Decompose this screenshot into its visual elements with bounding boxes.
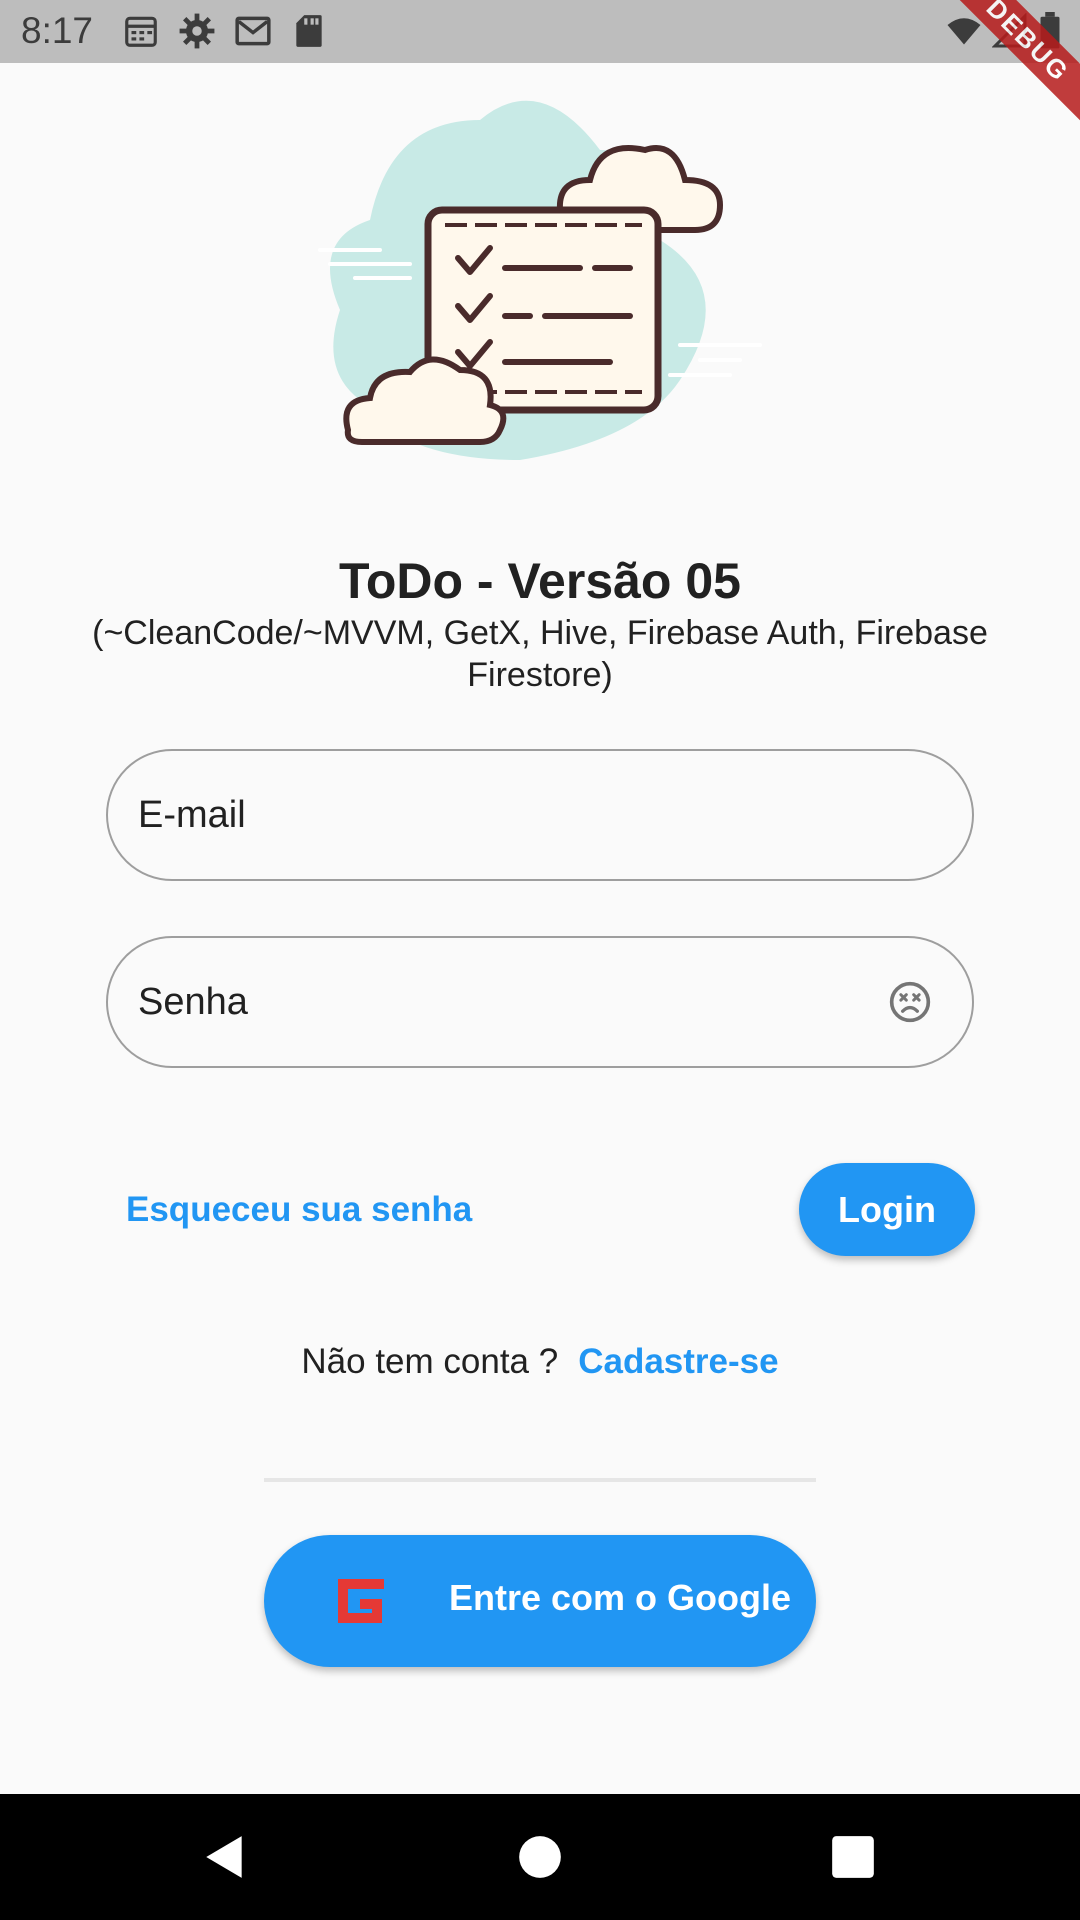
home-icon[interactable] xyxy=(515,1832,565,1882)
navigation-bar xyxy=(0,1794,1080,1920)
password-field-container xyxy=(106,936,974,1068)
app-subtitle: (~CleanCode/~MVVM, GetX, Hive, Firebase … xyxy=(92,614,988,694)
email-field[interactable] xyxy=(138,751,898,879)
divider xyxy=(264,1478,816,1482)
gmail-icon xyxy=(234,12,272,50)
login-button[interactable]: Login xyxy=(799,1163,975,1256)
status-notification-icons xyxy=(122,12,328,50)
password-field[interactable] xyxy=(138,938,898,1066)
google-login-label: Entre com o Google xyxy=(449,1577,792,1618)
todo-illustration xyxy=(300,80,800,480)
status-bar: 8:17 xyxy=(0,0,1080,63)
wifi-icon xyxy=(946,13,982,54)
signup-link[interactable]: Cadastre-se xyxy=(578,1342,778,1381)
google-login-button[interactable]: Entre com o Google xyxy=(264,1535,816,1667)
calendar-icon xyxy=(122,12,160,50)
back-icon[interactable] xyxy=(200,1832,250,1882)
sd-card-icon xyxy=(290,12,328,50)
signup-row: Não tem conta ? Cadastre-se xyxy=(0,1342,1080,1382)
app-title: ToDo - Versão 05 xyxy=(339,553,741,609)
recents-icon[interactable] xyxy=(828,1832,878,1882)
password-visibility-icon[interactable] xyxy=(888,980,932,1024)
signup-prompt: Não tem conta ? xyxy=(301,1342,559,1381)
google-icon xyxy=(334,1575,386,1627)
forgot-password-link[interactable]: Esqueceu sua senha xyxy=(126,1190,472,1230)
status-time: 8:17 xyxy=(21,10,94,51)
email-field-container xyxy=(106,749,974,881)
settings-icon xyxy=(178,12,216,50)
